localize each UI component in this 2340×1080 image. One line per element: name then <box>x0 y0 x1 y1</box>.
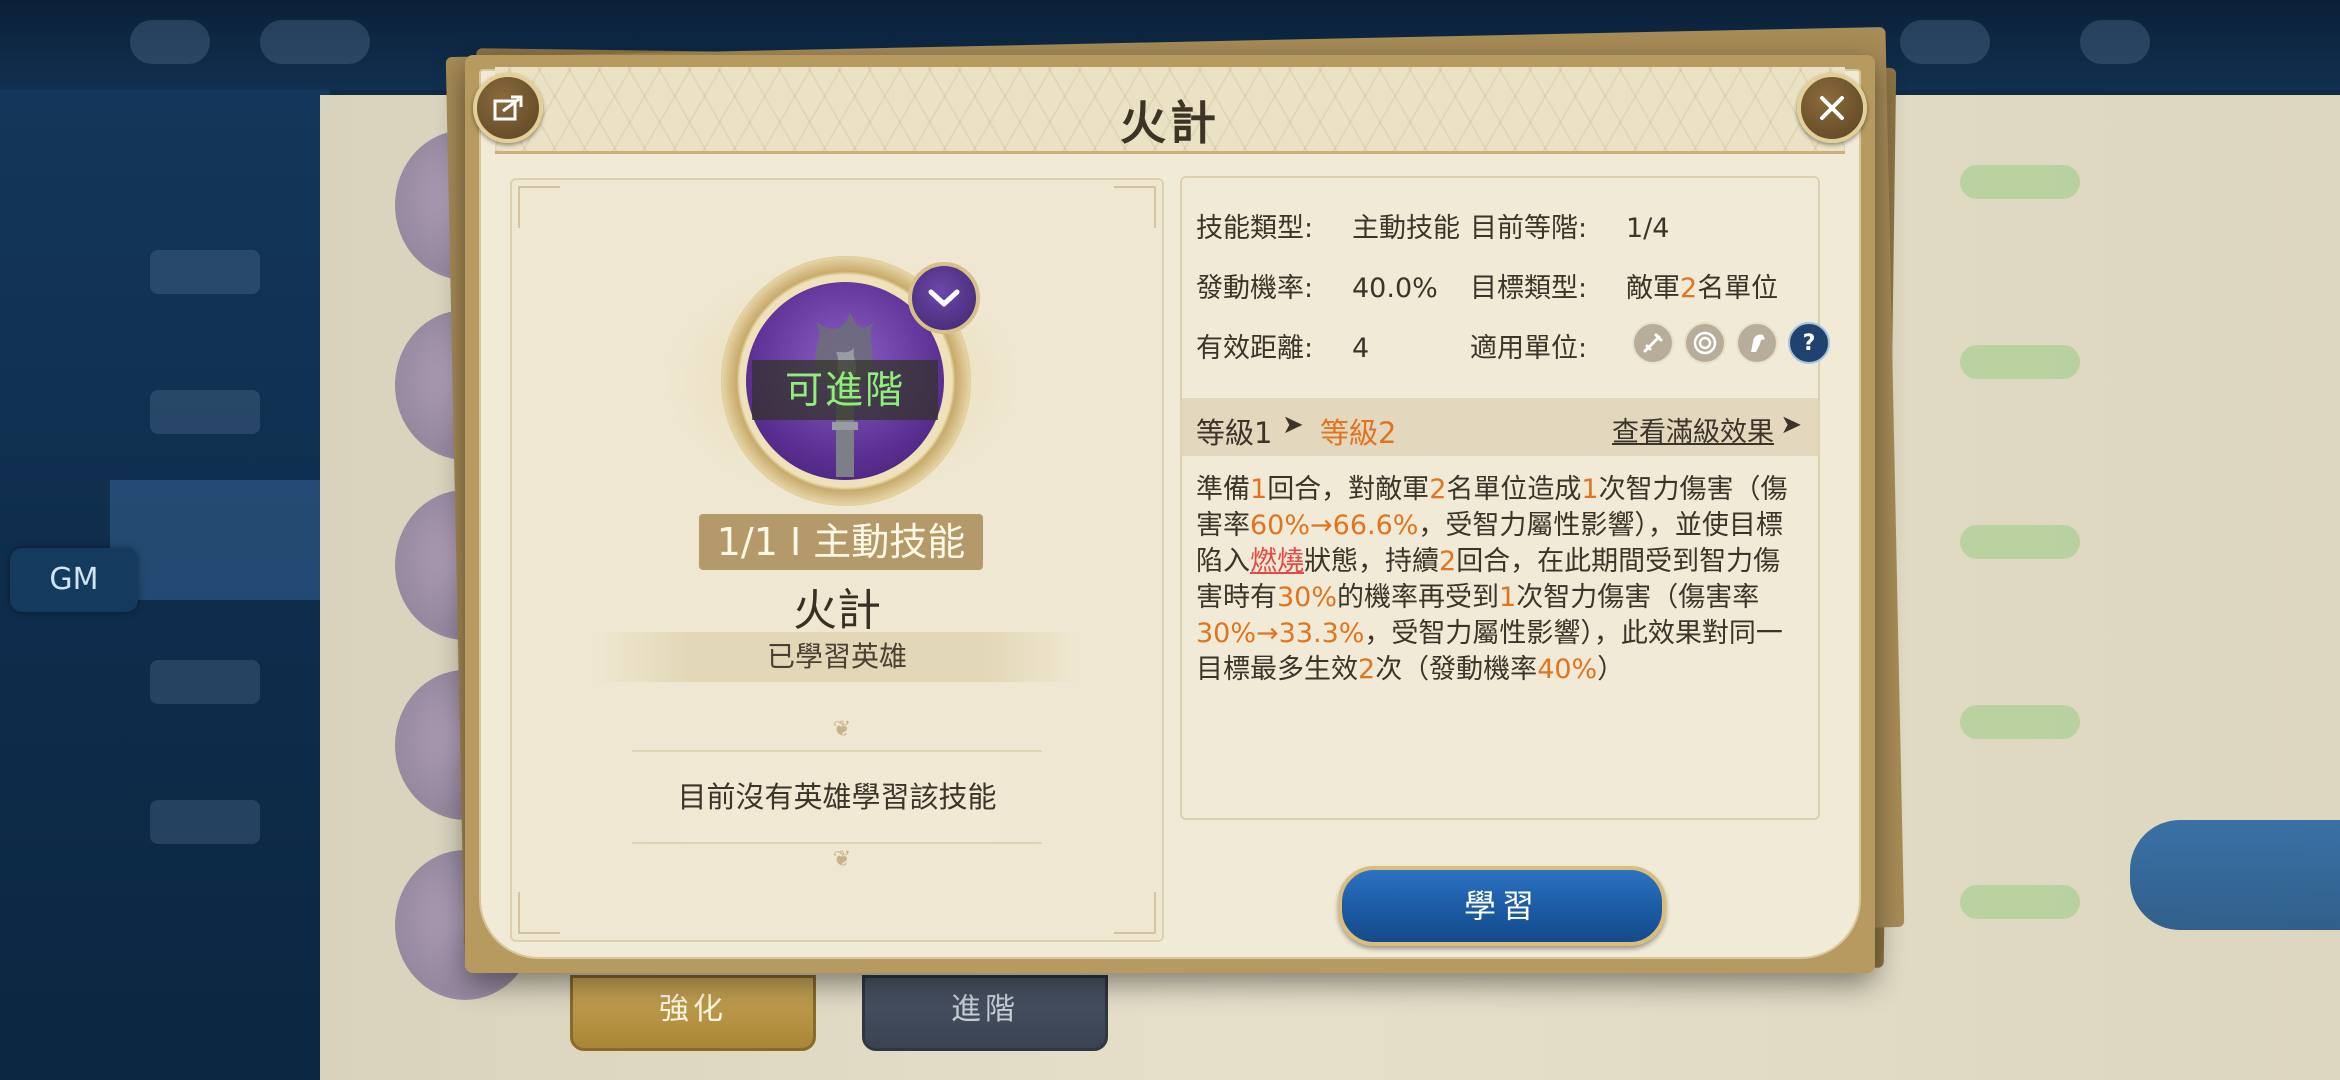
expand-button[interactable] <box>908 262 980 334</box>
desc-text: 次（發動機率 <box>1375 654 1538 685</box>
background-badge <box>1960 165 2080 199</box>
background-badge <box>1960 885 2080 919</box>
desc-text: 的機率再受到 <box>1337 582 1500 613</box>
share-button[interactable] <box>473 73 543 143</box>
divider-ornament: ❦ <box>832 717 852 742</box>
background-topbar-item <box>130 20 210 64</box>
level-current: 等級1 <box>1196 416 1273 450</box>
range-row: 有效距離: 4 適用單位: <box>1196 326 1587 365</box>
desc-number: 2 <box>1429 474 1447 505</box>
chevron-right-icon[interactable]: ➤ <box>1780 410 1802 440</box>
bow-target-icon[interactable] <box>1684 322 1726 364</box>
background-topbar-item <box>2080 20 2150 64</box>
close-icon <box>1820 96 1844 120</box>
current-rank-value: 1/4 <box>1626 213 1670 244</box>
target-count: 2 <box>1680 273 1698 304</box>
view-max-effect-link[interactable]: 查看滿級效果 <box>1612 410 1774 449</box>
learned-heroes-label: 已學習英雄 <box>592 632 1082 682</box>
target-type-prefix: 敵軍 <box>1626 273 1680 304</box>
skill-detail-panel: 技能類型: 主動技能 目前等階: 1/4 發動機率: 40.0% 目標類型: 敵軍2名單位 … <box>1180 176 1830 820</box>
level-next: 等級2 <box>1320 416 1397 450</box>
desc-text: 狀態，持續 <box>1304 546 1439 577</box>
unit-icons: ? <box>1632 322 1830 364</box>
level-bar: 等級1 ➤ 等級2 查看滿級效果 ➤ <box>1182 398 1818 456</box>
dialog-title-bar: 火計 <box>495 67 1845 154</box>
chevron-down-icon <box>928 289 960 307</box>
range-label: 有效距離: <box>1196 333 1314 364</box>
desc-text: 名單位造成 <box>1446 474 1582 505</box>
background-topbar-item <box>260 20 370 64</box>
desc-number: 30% <box>1277 582 1338 613</box>
skill-rank-badge: 1/1 I 主動技能 <box>699 514 983 570</box>
desc-number: 30%→33.3% <box>1196 618 1365 649</box>
desc-number: 2 <box>1358 654 1376 685</box>
units-label: 適用單位: <box>1470 333 1588 364</box>
background-sidebar-item <box>150 800 260 844</box>
background-topbar-item <box>1900 20 1990 64</box>
skill-type-value: 主動技能 <box>1352 213 1460 244</box>
close-button[interactable] <box>1797 73 1867 143</box>
range-value: 4 <box>1352 333 1370 364</box>
arrow-right-icon: ➤ <box>1282 410 1304 440</box>
tab-strengthen[interactable]: 強化 <box>570 975 816 1051</box>
desc-number: 1 <box>1581 474 1599 505</box>
corner-ornament <box>1114 892 1156 934</box>
dialog-title: 火計 <box>1120 96 1220 150</box>
desc-number: 1 <box>1250 474 1268 505</box>
target-type-label: 目標類型: <box>1470 273 1588 304</box>
trigger-rate-row: 發動機率: 40.0% 目標類型: 敵軍2名單位 <box>1196 266 1778 305</box>
desc-text: ） <box>1597 654 1625 685</box>
skill-type-label: 技能類型: <box>1196 213 1314 244</box>
desc-number: 40% <box>1537 654 1598 685</box>
desc-text: 準備 <box>1196 474 1250 505</box>
advance-available-label: 可進階 <box>752 360 938 420</box>
background-badge <box>1960 525 2080 559</box>
no-hero-message: 目前沒有英雄學習該技能 <box>632 750 1042 844</box>
share-icon <box>493 95 523 121</box>
trigger-rate-label: 發動機率: <box>1196 273 1314 304</box>
gm-button[interactable]: GM <box>10 548 138 612</box>
learn-button[interactable]: 學習 <box>1338 866 1666 946</box>
skill-type-row: 技能類型: 主動技能 目前等階: 1/4 <box>1196 206 1669 245</box>
background-sidebar-item <box>150 250 260 294</box>
target-type-suffix: 名單位 <box>1697 273 1779 304</box>
desc-number: 2 <box>1439 546 1457 577</box>
background-badge <box>1960 705 2080 739</box>
cavalry-horse-icon[interactable] <box>1736 322 1778 364</box>
background-badge <box>1960 345 2080 379</box>
background-action-button <box>2130 820 2340 930</box>
corner-ornament <box>1114 186 1156 228</box>
desc-text: 次智力傷害（傷害率 <box>1516 582 1760 613</box>
skill-description: 準備1回合，對敵軍2名單位造成1次智力傷害（傷害率60%→66.6%，受智力屬性… <box>1196 472 1802 688</box>
desc-text: 回合，對敵軍 <box>1267 474 1430 505</box>
divider-ornament: ❦ <box>832 847 852 872</box>
skill-name: 火計 <box>793 585 881 636</box>
sword-icon[interactable] <box>1632 322 1674 364</box>
tab-advance[interactable]: 進階 <box>862 975 1108 1051</box>
background-sidebar-item <box>150 390 260 434</box>
trigger-rate-value: 40.0% <box>1352 273 1438 304</box>
desc-number: 1 <box>1499 582 1517 613</box>
current-rank-label: 目前等階: <box>1470 213 1588 244</box>
desc-number: 60%→66.6% <box>1250 510 1419 541</box>
help-question-icon[interactable]: ? <box>1788 322 1830 364</box>
background-sidebar-selected <box>110 480 330 600</box>
corner-ornament <box>518 892 560 934</box>
burn-status-link[interactable]: 燃燒 <box>1250 546 1304 577</box>
skill-overview-panel: 可進階 1/1 I 主動技能 火計 已學習英雄 ❦ 目前沒有英雄學習該技能 ❦ <box>510 178 1164 942</box>
background-sidebar-item <box>150 660 260 704</box>
corner-ornament <box>518 186 560 228</box>
